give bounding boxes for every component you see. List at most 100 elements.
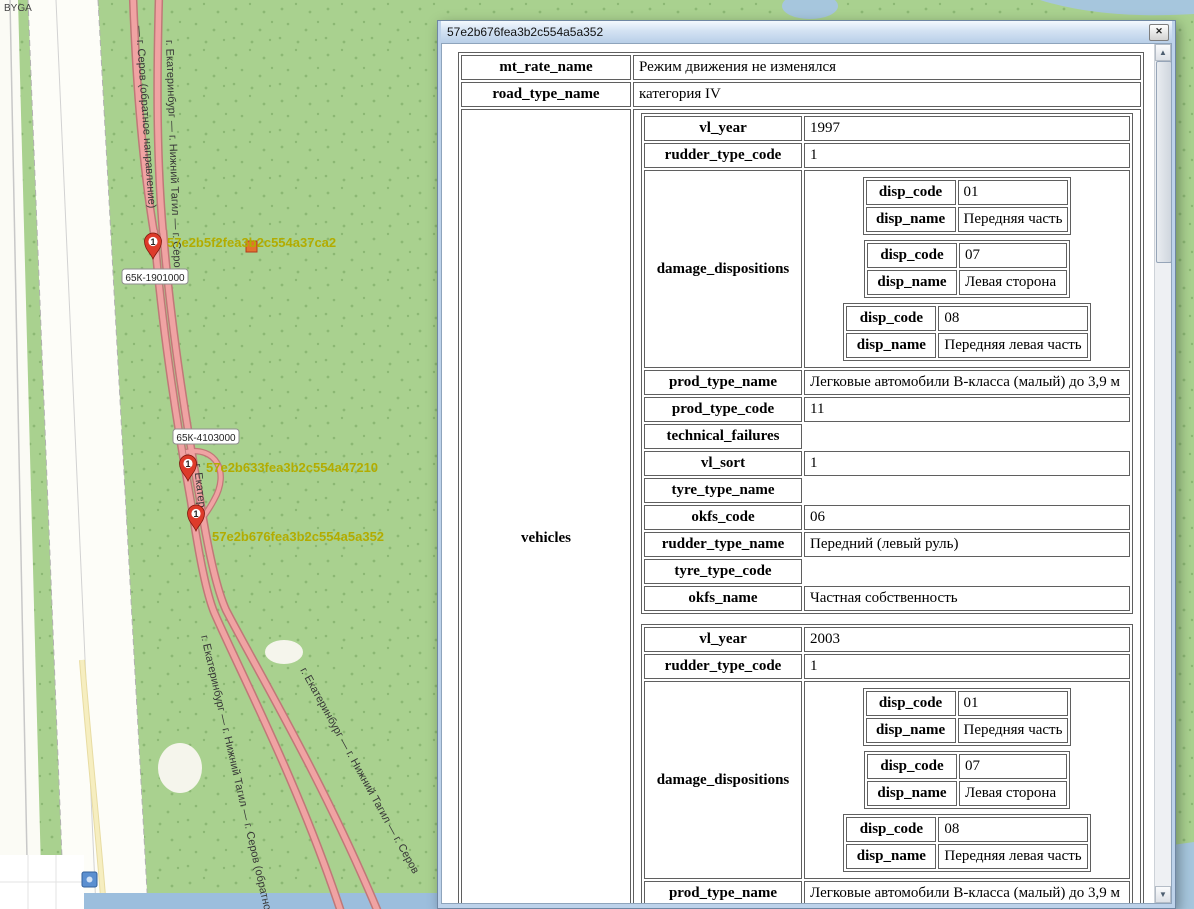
disposition-table: disp_code 08 disp_name Передняя левая ча… (843, 814, 1090, 872)
field-value: 2003 (804, 627, 1130, 652)
field-key: disp_code (866, 180, 956, 205)
field-value: Легковые автомобили В-класса (малый) до … (804, 881, 1130, 904)
damage-dispositions-cell: disp_code 01 disp_name Передняя часть (804, 681, 1130, 879)
field-value: Передняя часть (958, 718, 1069, 743)
field-value: 08 (938, 306, 1087, 331)
field-key: damage_dispositions (644, 681, 802, 879)
field-value: Передняя левая часть (938, 844, 1087, 869)
field-key: mt_rate_name (461, 55, 631, 80)
table-row: disp_code 01 (866, 180, 1069, 205)
field-value: Передний (левый руль) (804, 532, 1130, 557)
field-key: damage_dispositions (644, 170, 802, 368)
road-ref-text: 65К-4103000 (176, 433, 236, 444)
field-value: 1 (804, 451, 1130, 476)
disposition-table: disp_code 08 disp_name Передняя левая ча… (843, 303, 1090, 361)
table-row: rudder_type_name Передний (левый руль) (644, 532, 1130, 557)
record-table: mt_rate_name Режим движения не изменялся… (458, 52, 1144, 904)
field-key: prod_type_name (644, 881, 802, 904)
table-row: disp_code 08 (846, 306, 1087, 331)
table-row: disp_name Левая сторона (867, 270, 1067, 295)
marker-number: 1 (193, 509, 198, 519)
field-value: Передняя левая часть (938, 333, 1087, 358)
field-key: tyre_type_code (644, 559, 802, 584)
road-ref-badge: 65К-4103000 (173, 429, 239, 444)
field-key: disp_name (866, 718, 956, 743)
map-control-icon[interactable] (82, 872, 97, 887)
table-row: rudder_type_code 1 (644, 143, 1130, 168)
scroll-down-button[interactable]: ▼ (1155, 886, 1171, 903)
table-row: okfs_code 06 (644, 505, 1130, 530)
table-row: disp_name Левая сторона (867, 781, 1067, 806)
table-row: disp_code 07 (867, 243, 1067, 268)
field-key: rudder_type_name (644, 532, 802, 557)
table-row: vl_year 2003 (644, 627, 1130, 652)
field-key: disp_code (846, 306, 936, 331)
vehicle-table: vl_year 1997 rudder_type_code 1 damage_d… (641, 113, 1133, 614)
map-corner-label: BYGA (4, 3, 32, 14)
table-row: okfs_name Частная собственность (644, 586, 1130, 611)
table-row: mt_rate_name Режим движения не изменялся (461, 55, 1141, 80)
disposition-table: disp_code 07 disp_name Левая сторона (864, 751, 1070, 809)
field-key: vehicles (461, 109, 631, 904)
field-key: disp_name (846, 333, 936, 358)
table-row: tyre_type_code (644, 559, 1130, 584)
table-row: disp_name Передняя часть (866, 718, 1069, 743)
table-row: road_type_name категория IV (461, 82, 1141, 107)
disposition-table: disp_code 07 disp_name Левая сторона (864, 240, 1070, 298)
marker-id-label: 57e2b676fea3b2c554a5a352 (212, 529, 384, 544)
vertical-scrollbar[interactable]: ▲ ▼ (1154, 44, 1171, 903)
table-row: damage_dispositions disp_code 01 (644, 681, 1130, 879)
scroll-up-button[interactable]: ▲ (1155, 44, 1171, 61)
field-value: 1 (804, 143, 1130, 168)
vehicle-gap (639, 616, 1135, 622)
field-key: tyre_type_name (644, 478, 802, 503)
table-row: prod_type_name Легковые автомобили В-кла… (644, 881, 1130, 904)
marker-id-label: 57e2b5f2fea3b2c554a37ca2 (167, 235, 336, 250)
marker-number: 1 (185, 459, 190, 469)
field-key: okfs_code (644, 505, 802, 530)
field-key: disp_name (866, 207, 956, 232)
field-key: vl_sort (644, 451, 802, 476)
field-value (804, 424, 1130, 449)
field-value: 07 (959, 243, 1067, 268)
scroll-thumb[interactable] (1156, 61, 1172, 263)
field-key: prod_type_name (644, 370, 802, 395)
road-ref-badge: 65К-1901000 (122, 269, 188, 284)
field-key: disp_code (846, 817, 936, 842)
detail-window: 57e2b676fea3b2c554a5a352 ✕ mt_rate_name … (437, 20, 1176, 909)
field-value: 06 (804, 505, 1130, 530)
table-row: prod_type_code 11 (644, 397, 1130, 422)
field-value: 01 (958, 180, 1069, 205)
field-value: Частная собственность (804, 586, 1130, 611)
field-value: категория IV (633, 82, 1141, 107)
road-ref-text: 65К-1901000 (125, 273, 185, 284)
table-row: disp_code 07 (867, 754, 1067, 779)
table-row: disp_name Передняя левая часть (846, 844, 1087, 869)
table-row: vl_sort 1 (644, 451, 1130, 476)
close-button[interactable]: ✕ (1149, 24, 1169, 41)
field-value (804, 559, 1130, 584)
field-value: Левая сторона (959, 270, 1067, 295)
disposition-table: disp_code 01 disp_name Передняя часть (863, 688, 1072, 746)
window-title: 57e2b676fea3b2c554a5a352 (443, 25, 1149, 39)
field-value: 07 (959, 754, 1067, 779)
window-content: mt_rate_name Режим движения не изменялся… (441, 43, 1172, 904)
field-key: rudder_type_code (644, 654, 802, 679)
field-key: road_type_name (461, 82, 631, 107)
field-key: vl_year (644, 627, 802, 652)
table-row: vehicles vl_year 1997 rudder_type_code 1 (461, 109, 1141, 904)
table-row: vl_year 1997 (644, 116, 1130, 141)
vehicle-table: vl_year 2003 rudder_type_code 1 damage_d… (641, 624, 1133, 904)
field-value (804, 478, 1130, 503)
window-titlebar[interactable]: 57e2b676fea3b2c554a5a352 ✕ (441, 21, 1172, 43)
table-row: damage_dispositions disp_code 01 (644, 170, 1130, 368)
field-key: disp_name (846, 844, 936, 869)
clearing-patch (158, 743, 202, 793)
field-value: 1997 (804, 116, 1130, 141)
disposition-table: disp_code 01 disp_name Передняя часть (863, 177, 1072, 235)
field-key: disp_code (867, 754, 957, 779)
vehicles-cell: vl_year 1997 rudder_type_code 1 damage_d… (633, 109, 1141, 904)
field-value: Режим движения не изменялся (633, 55, 1141, 80)
marker-number: 1 (150, 237, 155, 247)
field-key: technical_failures (644, 424, 802, 449)
